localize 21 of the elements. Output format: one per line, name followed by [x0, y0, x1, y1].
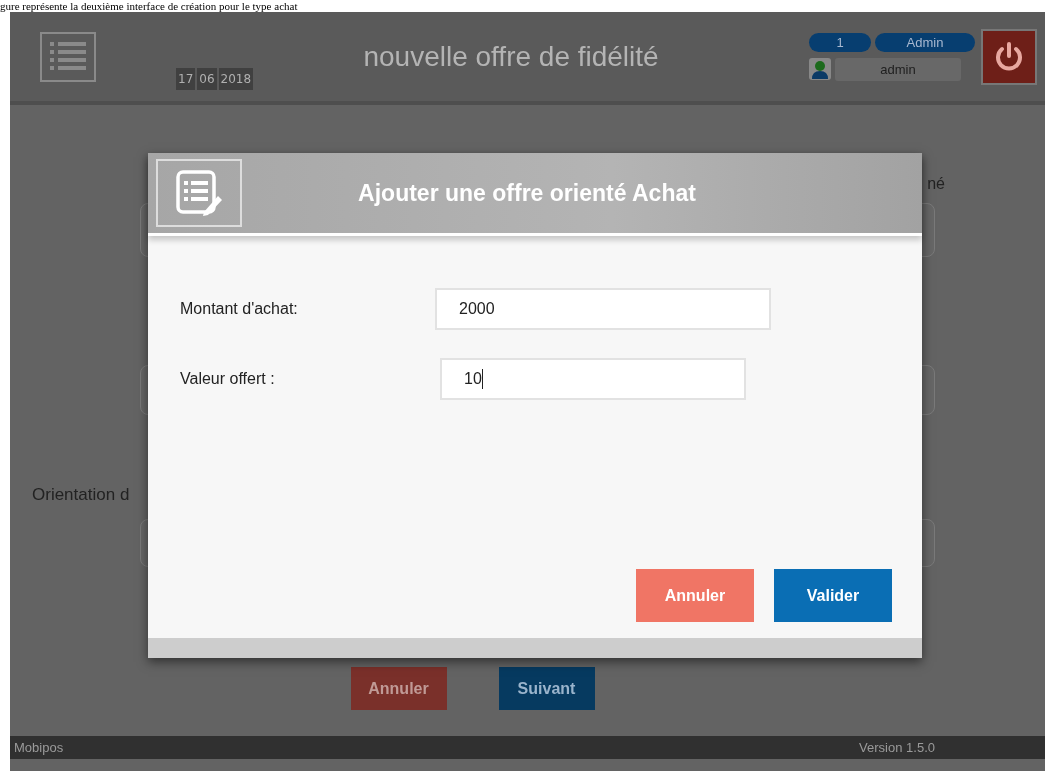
- field-label: né: [927, 175, 945, 193]
- dialog-button[interactable]: Valider: [774, 569, 892, 622]
- input-field[interactable]: 2000: [435, 288, 771, 330]
- dialog-button[interactable]: Annuler: [636, 569, 754, 622]
- field-label: Valeur offert :: [180, 370, 276, 388]
- form-button[interactable]: Suivant: [498, 667, 595, 710]
- page-title: nouvelle offre de fidélité: [362, 40, 660, 73]
- role-badge: Admin: [875, 32, 975, 52]
- field-label: Orientation d: [32, 485, 131, 505]
- version-text: Version 1.5.0: [859, 740, 935, 755]
- count-badge: 1: [809, 32, 871, 52]
- field-label: Montant d'achat:: [180, 300, 299, 318]
- username-field: admin: [835, 57, 961, 81]
- date-segment: 2018: [218, 68, 254, 90]
- form-button[interactable]: Annuler: [350, 667, 447, 710]
- date-segment: 17: [176, 68, 196, 90]
- app-name: Mobipos: [14, 740, 64, 755]
- dialog-title: Ajouter une offre orienté Achat: [357, 179, 697, 207]
- date-segment: 06: [197, 68, 217, 90]
- input-field[interactable]: 10: [440, 358, 746, 400]
- caption-text: gure représente la deuxième interface de création pour le type achat: [0, 0, 299, 12]
